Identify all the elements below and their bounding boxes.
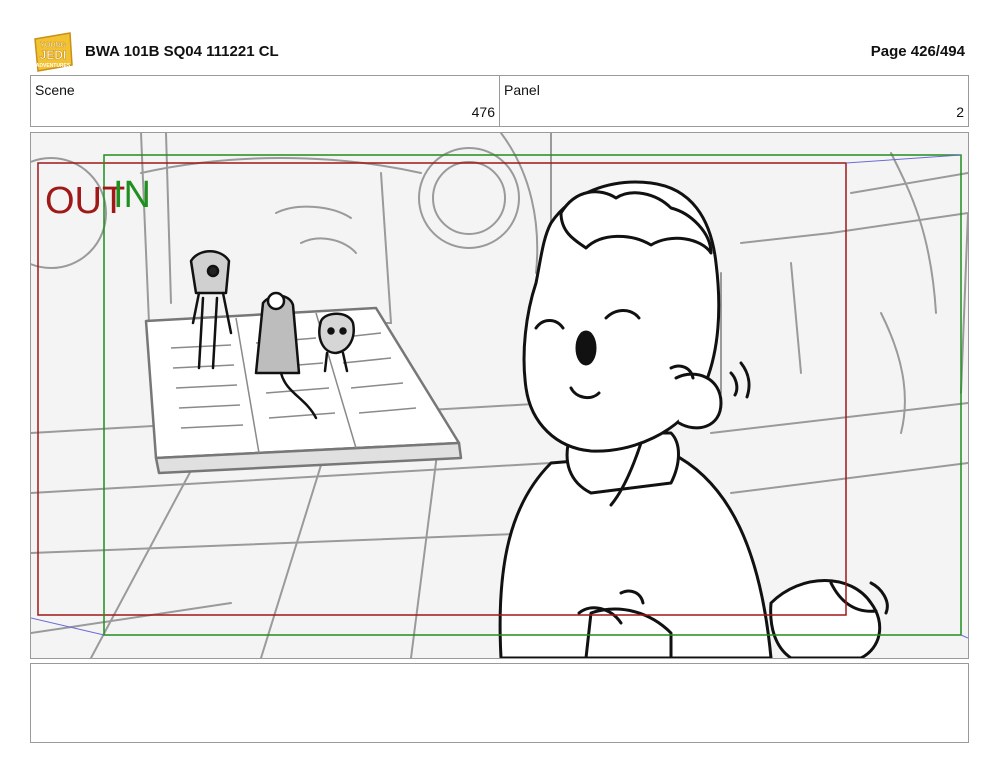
scene-panel-info: Scene 476 Panel 2 (30, 75, 969, 127)
scene-label: Scene (35, 82, 75, 98)
frame-in-label: IN (113, 174, 151, 216)
svg-text:JEDI: JEDI (40, 48, 67, 62)
storyboard-panel: OUT IN (30, 132, 969, 659)
panel-label: Panel (504, 82, 540, 98)
show-logo: YOUNG JEDI ADVENTURES (32, 31, 74, 73)
notes-box (30, 663, 969, 743)
panel-cell: Panel 2 (500, 76, 968, 126)
scene-number: 476 (471, 104, 495, 120)
page-number: Page 426/494 (870, 43, 965, 60)
document-title: BWA 101B SQ04 111221 CL (85, 43, 279, 60)
scene-cell: Scene 476 (31, 76, 500, 126)
storyboard-sketch: OUT IN (31, 133, 968, 658)
panel-number: 2 (956, 104, 964, 120)
svg-text:ADVENTURES: ADVENTURES (36, 63, 71, 69)
